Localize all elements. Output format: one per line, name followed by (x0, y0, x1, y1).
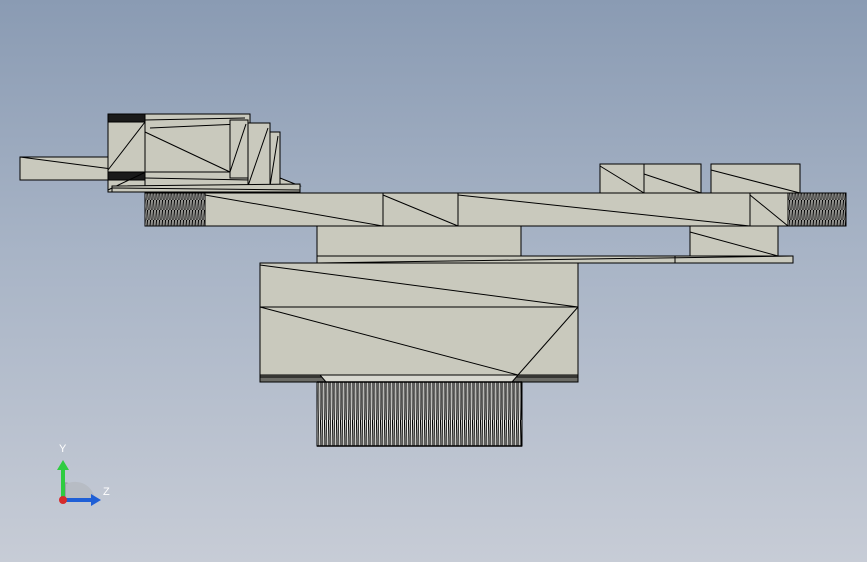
view-orientation-triad (57, 460, 101, 506)
triad-y-label: Y (59, 443, 67, 455)
left-motor-block[interactable] (107, 113, 302, 193)
thin-plate[interactable] (316, 255, 794, 264)
right-top-blocks[interactable] (599, 163, 801, 194)
mid-blocks[interactable] (316, 225, 779, 257)
triad-z-label: Z (103, 486, 110, 498)
lower-housing[interactable] (259, 262, 579, 383)
left-rod[interactable] (19, 156, 113, 181)
top-plate[interactable] (144, 192, 847, 227)
cad-viewport[interactable] (0, 0, 867, 562)
model-assembly[interactable] (19, 113, 847, 447)
x-axis-dot (59, 496, 67, 504)
knurled-cylinder[interactable] (316, 381, 523, 447)
